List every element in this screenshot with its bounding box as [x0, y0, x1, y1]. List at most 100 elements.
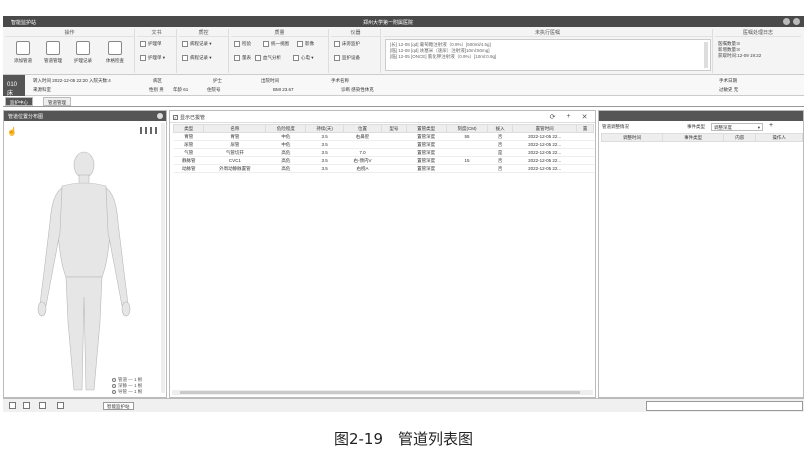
table-cell — [446, 164, 488, 173]
table-cell: 置管深度 — [406, 132, 447, 141]
group-title: 未执行医嘱 — [383, 29, 712, 37]
radio-icon — [112, 390, 116, 394]
status-input[interactable] — [646, 401, 803, 411]
table-row[interactable]: 动脉管 外周动静脉置管 高危 3.5 右桡A 置管深度 否 2022-12-05 22... — [173, 164, 594, 173]
column-header[interactable]: 刻度(CM) — [445, 124, 489, 133]
add-icon[interactable]: + — [564, 113, 573, 120]
blood-gas-button[interactable]: 血气分析 — [255, 55, 281, 63]
table-cell: 外周动静脉置管 — [203, 164, 266, 173]
lab-test-button[interactable]: 检验 — [234, 41, 251, 49]
course-record-dropdown[interactable]: 病程记录 ▾ — [182, 55, 212, 63]
monitor-device-button[interactable]: 监护设备 — [334, 55, 360, 63]
sex: 性别 男 — [149, 87, 164, 92]
table-row[interactable]: 静脉管 CVC1 高危 3.5 右-颈内V 置管深度 15 否 2022-12-05 22... — [173, 156, 594, 165]
column-header[interactable]: 危险程度 — [265, 124, 307, 133]
column-header[interactable]: 类型 — [172, 124, 205, 133]
scale-button[interactable]: 量表 — [234, 55, 251, 63]
fetch-time: 获取时间:12-09 19:22 — [718, 53, 762, 58]
order-log: 医嘱数量:8 新增数量:8 获取时间:12-09 19:22 — [718, 41, 761, 59]
legend-item[interactable]: 导管 — 1 根 — [112, 389, 142, 395]
tab-strip: 监护中心 管道管理 — [3, 96, 804, 107]
table-cell: 3.5 — [305, 132, 344, 141]
window-icon[interactable] — [57, 402, 64, 409]
pipe-manage-button[interactable]: 管道管理 — [41, 41, 65, 71]
check-icon: ✓ — [173, 115, 178, 121]
column-header[interactable]: 位置 — [342, 124, 383, 133]
column-header[interactable]: 操作人 — [755, 133, 803, 142]
human-body-diagram[interactable]: ☝ — [4, 122, 166, 398]
area-label: 病区 — [153, 78, 162, 83]
table-cell — [381, 132, 407, 141]
close-icon[interactable] — [793, 18, 800, 25]
column-header[interactable]: 名称 — [203, 124, 267, 133]
surgery-label: 手术名称 — [331, 78, 349, 83]
table-cell: 中危 — [265, 132, 306, 141]
grid-icon[interactable] — [39, 402, 46, 409]
column-header[interactable]: 事件类型 — [662, 133, 725, 142]
panel-header — [599, 111, 803, 121]
settings-icon[interactable] — [157, 113, 163, 119]
button-label: 监护设备 — [342, 55, 360, 61]
sheet-icon — [140, 55, 146, 61]
home-icon[interactable] — [9, 402, 16, 409]
table-row[interactable]: 尿管 尿管 中危 3.5 置管深度否 2022-12-05 22... — [173, 140, 594, 149]
nursing-sheet-dropdown[interactable]: 护理单 ▾ — [140, 55, 165, 63]
table-row[interactable]: 气管 气管切开 高危 3.5 7.0 置管深度 是 2022-12-05 22... — [173, 148, 594, 157]
table-cell: 胃管 — [203, 132, 266, 141]
nursing-sheet-button[interactable]: 护理单 — [140, 41, 162, 49]
table-cell: 否 — [487, 164, 513, 173]
taskbar-item[interactable]: 智能监护站 — [103, 402, 134, 410]
print-icon[interactable] — [23, 402, 30, 409]
pending-orders-list[interactable]: [长] 12-08 [qd] 葡萄糖注射液（0.9%）[500ml/4.5g] … — [385, 39, 711, 71]
show-removed-checkbox[interactable]: ✓ 显示已拔管 — [173, 114, 205, 121]
table-header: 调整时间 事件类型 内容 操作人 — [600, 133, 803, 142]
column-header[interactable]: 拔入 — [487, 124, 513, 133]
table-cell: 尿管 — [203, 140, 266, 149]
table-cell — [576, 148, 594, 157]
horizontal-scrollbar[interactable] — [172, 390, 593, 395]
table-cell: 2022-12-05 22... — [512, 148, 577, 157]
column-header[interactable]: 持续(天) — [305, 124, 344, 133]
table-cell: 右桡A — [343, 164, 382, 173]
column-header[interactable]: 置 — [576, 124, 594, 133]
table-cell: 15 — [446, 156, 488, 165]
nursing-record-button[interactable]: 护理记录 — [71, 41, 95, 71]
table-cell: 动脉管 — [173, 164, 204, 173]
minimize-icon[interactable] — [783, 18, 790, 25]
table-cell: 否 — [487, 156, 513, 165]
bed-number[interactable]: 010床 — [3, 75, 25, 97]
table-cell: 尿管 — [173, 140, 204, 149]
scroll-thumb[interactable] — [180, 391, 580, 394]
table-row[interactable]: 胃管 胃管 中危 3.5 右鼻腔 置管深度 55 否 2022-12-05 22... — [173, 132, 594, 141]
scrollbar[interactable] — [161, 123, 165, 393]
ecg-dropdown[interactable]: 心电 ▾ — [293, 55, 314, 63]
physical-exam-button[interactable]: 体格检查 — [103, 41, 127, 71]
ribbon-group-history: 医嘱处理日志 医嘱数量:8 新增数量:8 获取时间:12-09 19:22 — [715, 29, 801, 73]
button-label: 添加管道 — [14, 58, 32, 63]
add-event-icon[interactable]: + — [769, 122, 773, 129]
table-cell: 55 — [446, 132, 488, 141]
scrollbar[interactable] — [704, 42, 708, 68]
event-type-select[interactable]: 调整深度 ▾ — [711, 123, 763, 131]
column-header[interactable]: 内容 — [723, 133, 757, 142]
refresh-icon[interactable]: ⟳ — [548, 113, 557, 121]
bedside-monitor-button[interactable]: 床旁监护 — [334, 41, 360, 49]
scale-icon — [234, 55, 240, 61]
tab-monitor-center[interactable]: 监护中心 — [5, 97, 33, 106]
column-header[interactable]: 置管类型 — [405, 124, 447, 133]
table-cell — [343, 140, 382, 149]
column-header[interactable]: 调整时间 — [600, 133, 664, 142]
table-cell: 3.5 — [305, 140, 344, 149]
table-cell: 2022-12-05 22... — [512, 156, 577, 165]
column-header[interactable]: 型号 — [381, 124, 407, 133]
course-record-button[interactable]: 病程记录 ▾ — [182, 41, 212, 49]
column-header[interactable]: 置管时间 — [511, 124, 578, 133]
add-pipe-button[interactable]: 添加管道 — [11, 41, 35, 71]
imaging-button[interactable]: 影像 — [297, 41, 314, 49]
button-label: 病程记录 ▾ — [190, 41, 212, 47]
unified-view-button[interactable]: 统一视图 — [263, 41, 289, 49]
list-item[interactable]: [临] 12-05 [ONCE] 氯化钾注射液（0.9%）[10ml:0.9g] — [390, 54, 706, 60]
event-filter-bar: 管道调整情况 事件类型 调整深度 ▾ + — [599, 122, 803, 132]
tab-pipe-manage[interactable]: 管道管理 — [43, 97, 71, 106]
close-icon[interactable]: ✕ — [580, 113, 589, 121]
